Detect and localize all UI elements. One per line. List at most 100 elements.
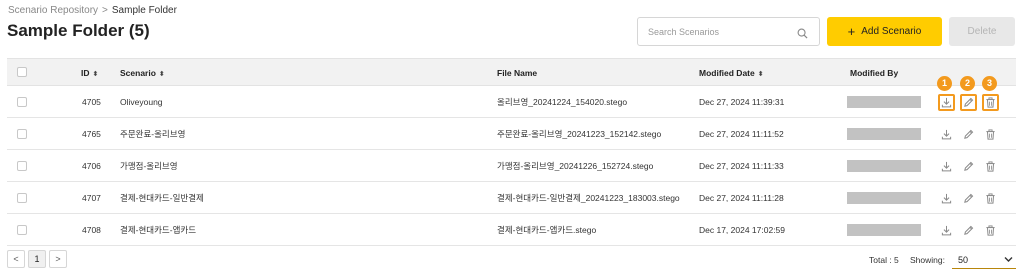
sort-icon[interactable]: ⬍ bbox=[758, 71, 764, 78]
download-icon bbox=[941, 225, 952, 236]
table-row[interactable]: 4765 주문완료-올리브영 주문완료-올리브영_20241223_152142.s… bbox=[7, 118, 1016, 150]
pagination: < 1 > bbox=[7, 250, 67, 268]
header-file-name: File Name bbox=[497, 68, 538, 78]
cell-id: 4708 bbox=[82, 225, 101, 235]
download-button[interactable] bbox=[938, 126, 955, 143]
sort-icon[interactable]: ⬍ bbox=[159, 71, 165, 78]
sort-icon[interactable]: ⬍ bbox=[93, 71, 99, 78]
download-icon bbox=[941, 161, 952, 172]
cell-modified-by-redacted bbox=[847, 224, 921, 236]
add-scenario-label: Add Scenario bbox=[861, 26, 922, 37]
chevron-down-icon bbox=[1004, 255, 1013, 265]
page-button-current[interactable]: 1 bbox=[28, 250, 46, 268]
cell-modified-by-redacted bbox=[847, 160, 921, 172]
cell-id: 4705 bbox=[82, 97, 101, 107]
cell-file-name: 올리브영_20241224_154020.stego bbox=[497, 97, 628, 107]
download-button[interactable] bbox=[938, 190, 955, 207]
trash-icon bbox=[985, 161, 996, 172]
trash-icon bbox=[985, 129, 996, 140]
breadcrumb-separator: > bbox=[102, 5, 108, 16]
cell-modified-date: Dec 27, 2024 11:39:31 bbox=[699, 97, 785, 107]
cell-modified-date: Dec 27, 2024 11:11:28 bbox=[699, 193, 784, 203]
total-count: Total : 5 bbox=[869, 255, 899, 265]
annotation-badge-1: 1 bbox=[937, 76, 952, 91]
delete-row-button[interactable] bbox=[982, 126, 999, 143]
cell-modified-by-redacted bbox=[847, 96, 921, 108]
delete-row-button[interactable] bbox=[982, 222, 999, 239]
cell-file-name: 결제-현대카드-앱카드.stego bbox=[497, 225, 597, 235]
edit-pencil-icon bbox=[963, 193, 974, 204]
cell-file-name: 가맹점-올리브영_20241226_152724.stego bbox=[497, 161, 654, 171]
next-page-button[interactable]: > bbox=[49, 250, 67, 268]
edit-button[interactable] bbox=[960, 222, 977, 239]
download-icon bbox=[941, 129, 952, 140]
cell-scenario[interactable]: Oliveyoung bbox=[120, 86, 163, 118]
cell-scenario[interactable]: 결제-현대카드-앱카드 bbox=[120, 214, 196, 246]
page-size-value: 50 bbox=[958, 255, 969, 265]
table-header: ID ⬍ Scenario ⬍ File Name Modified Date ⬍ M… bbox=[7, 58, 1016, 86]
header-id[interactable]: ID ⬍ bbox=[81, 59, 98, 87]
download-button[interactable] bbox=[938, 94, 955, 111]
download-button[interactable] bbox=[938, 158, 955, 175]
row-checkbox[interactable] bbox=[17, 96, 27, 107]
cell-modified-date: Dec 27, 2024 11:11:52 bbox=[699, 129, 784, 139]
table-body: 4705 Oliveyoung 올리브영_20241224_154020.stego… bbox=[7, 86, 1016, 246]
showing-label: Showing: bbox=[910, 255, 945, 265]
cell-file-name: 결제-현대카드-일반결제_20241223_183003.stego bbox=[497, 193, 680, 203]
cell-scenario[interactable]: 결제-현대카드-일반결제 bbox=[120, 182, 204, 214]
row-checkbox[interactable] bbox=[17, 128, 27, 139]
edit-button[interactable] bbox=[960, 126, 977, 143]
annotation-badge-3: 3 bbox=[982, 76, 997, 91]
cell-scenario[interactable]: 주문완료-올리브영 bbox=[120, 118, 185, 150]
page-size-select[interactable]: 50 bbox=[952, 250, 1016, 269]
edit-button[interactable] bbox=[960, 94, 977, 111]
trash-icon bbox=[985, 193, 996, 204]
table-row[interactable]: 4705 Oliveyoung 올리브영_20241224_154020.stego… bbox=[7, 86, 1016, 118]
delete-row-button[interactable] bbox=[982, 190, 999, 207]
cell-modified-by-redacted bbox=[847, 192, 921, 204]
cell-file-name: 주문완료-올리브영_20241223_152142.stego bbox=[497, 129, 662, 139]
edit-pencil-icon bbox=[963, 161, 974, 172]
table-row[interactable]: 4707 결제-현대카드-일반결제 결제-현대카드-일반결제_20241223_18… bbox=[7, 182, 1016, 214]
edit-pencil-icon bbox=[963, 129, 974, 140]
search-icon[interactable] bbox=[797, 26, 808, 44]
header-scenario[interactable]: Scenario ⬍ bbox=[120, 59, 165, 87]
download-icon bbox=[941, 193, 952, 204]
cell-id: 4707 bbox=[82, 193, 101, 203]
table-row[interactable]: 4708 결제-현대카드-앱카드 결제-현대카드-앱카드.stego Dec 17, … bbox=[7, 214, 1016, 246]
download-icon bbox=[941, 97, 952, 108]
download-button[interactable] bbox=[938, 222, 955, 239]
plus-icon: + bbox=[847, 24, 856, 39]
edit-button[interactable] bbox=[960, 158, 977, 175]
annotation-badge-2: 2 bbox=[960, 76, 975, 91]
header-modified-date[interactable]: Modified Date ⬍ bbox=[699, 59, 764, 87]
prev-page-button[interactable]: < bbox=[7, 250, 25, 268]
cell-scenario[interactable]: 가맹점-올리브영 bbox=[120, 150, 178, 182]
trash-icon bbox=[985, 97, 996, 108]
header-modified-by: Modified By bbox=[850, 68, 899, 78]
search-box[interactable] bbox=[637, 17, 820, 46]
row-checkbox[interactable] bbox=[17, 224, 27, 235]
trash-icon bbox=[985, 225, 996, 236]
cell-modified-date: Dec 27, 2024 11:11:33 bbox=[699, 161, 784, 171]
edit-button[interactable] bbox=[960, 190, 977, 207]
table-row[interactable]: 4706 가맹점-올리브영 가맹점-올리브영_20241226_152724.ste… bbox=[7, 150, 1016, 182]
add-scenario-button[interactable]: + Add Scenario bbox=[827, 17, 942, 46]
cell-modified-by-redacted bbox=[847, 128, 921, 140]
search-input[interactable] bbox=[638, 18, 788, 45]
delete-row-button[interactable] bbox=[982, 158, 999, 175]
edit-pencil-icon bbox=[963, 225, 974, 236]
breadcrumb-current: Sample Folder bbox=[111, 5, 177, 16]
cell-id: 4706 bbox=[82, 161, 101, 171]
delete-button[interactable]: Delete bbox=[949, 17, 1015, 46]
edit-pencil-icon bbox=[963, 97, 974, 108]
scenario-table: ID ⬍ Scenario ⬍ File Name Modified Date ⬍ M… bbox=[7, 58, 1016, 246]
cell-modified-date: Dec 17, 2024 17:02:59 bbox=[699, 225, 786, 235]
delete-row-button[interactable] bbox=[982, 94, 999, 111]
breadcrumb-root[interactable]: Scenario Repository bbox=[8, 5, 98, 16]
cell-id: 4765 bbox=[82, 129, 101, 139]
row-checkbox[interactable] bbox=[17, 192, 27, 203]
page-title: Sample Folder (5) bbox=[7, 21, 150, 40]
select-all-checkbox[interactable] bbox=[17, 67, 27, 77]
row-checkbox[interactable] bbox=[17, 160, 27, 171]
